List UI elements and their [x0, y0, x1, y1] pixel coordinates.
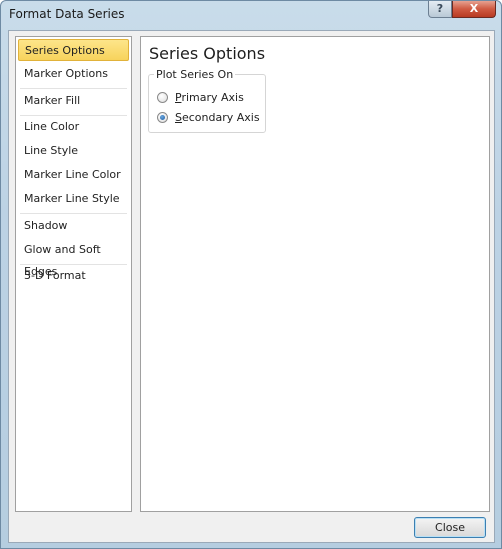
- sidebar-item-marker-line-style[interactable]: Marker Line Style: [18, 188, 129, 210]
- help-icon: ?: [436, 2, 444, 15]
- title-bar[interactable]: Format Data Series ? X: [1, 1, 501, 29]
- group-label: Plot Series On: [154, 68, 236, 81]
- options-panel: Series Options Plot Series On Primary Ax…: [140, 36, 490, 512]
- secondary-axis-radio[interactable]: [157, 112, 168, 123]
- close-icon: X: [469, 2, 479, 15]
- sidebar-item-line-style[interactable]: Line Style: [18, 140, 129, 162]
- sidebar-item-line-color[interactable]: Line Color: [18, 116, 129, 138]
- section-title: Series Options: [149, 44, 266, 63]
- sidebar-item-shadow[interactable]: Shadow: [18, 215, 129, 237]
- secondary-axis-option[interactable]: Secondary Axis: [157, 111, 260, 124]
- category-list: Series Options Marker Options Marker Fil…: [15, 36, 132, 512]
- close-button[interactable]: Close: [414, 517, 486, 538]
- primary-axis-radio[interactable]: [157, 92, 168, 103]
- dialog-body: Series Options Marker Options Marker Fil…: [8, 30, 495, 543]
- plot-series-on-group: Plot Series On Primary Axis Secondary Ax…: [148, 68, 266, 133]
- primary-axis-label[interactable]: Primary Axis: [175, 91, 244, 104]
- format-data-series-dialog: Format Data Series ? X Series Options Ma…: [0, 0, 502, 549]
- divider: [20, 88, 127, 89]
- window-close-button[interactable]: X: [452, 1, 496, 18]
- sidebar-item-glow-soft-edges[interactable]: Glow and Soft Edges: [18, 239, 129, 278]
- secondary-axis-label[interactable]: Secondary Axis: [175, 111, 260, 124]
- sidebar-item-marker-options[interactable]: Marker Options: [18, 63, 129, 85]
- primary-axis-option[interactable]: Primary Axis: [157, 91, 244, 104]
- divider: [20, 213, 127, 214]
- sidebar-item-marker-fill[interactable]: Marker Fill: [18, 90, 129, 112]
- help-button[interactable]: ?: [428, 1, 452, 18]
- dialog-title: Format Data Series: [9, 7, 125, 21]
- sidebar-item-3d-format[interactable]: 3-D Format: [18, 265, 129, 287]
- sidebar-item-marker-line-color[interactable]: Marker Line Color: [18, 164, 129, 186]
- sidebar-item-series-options[interactable]: Series Options: [18, 39, 129, 61]
